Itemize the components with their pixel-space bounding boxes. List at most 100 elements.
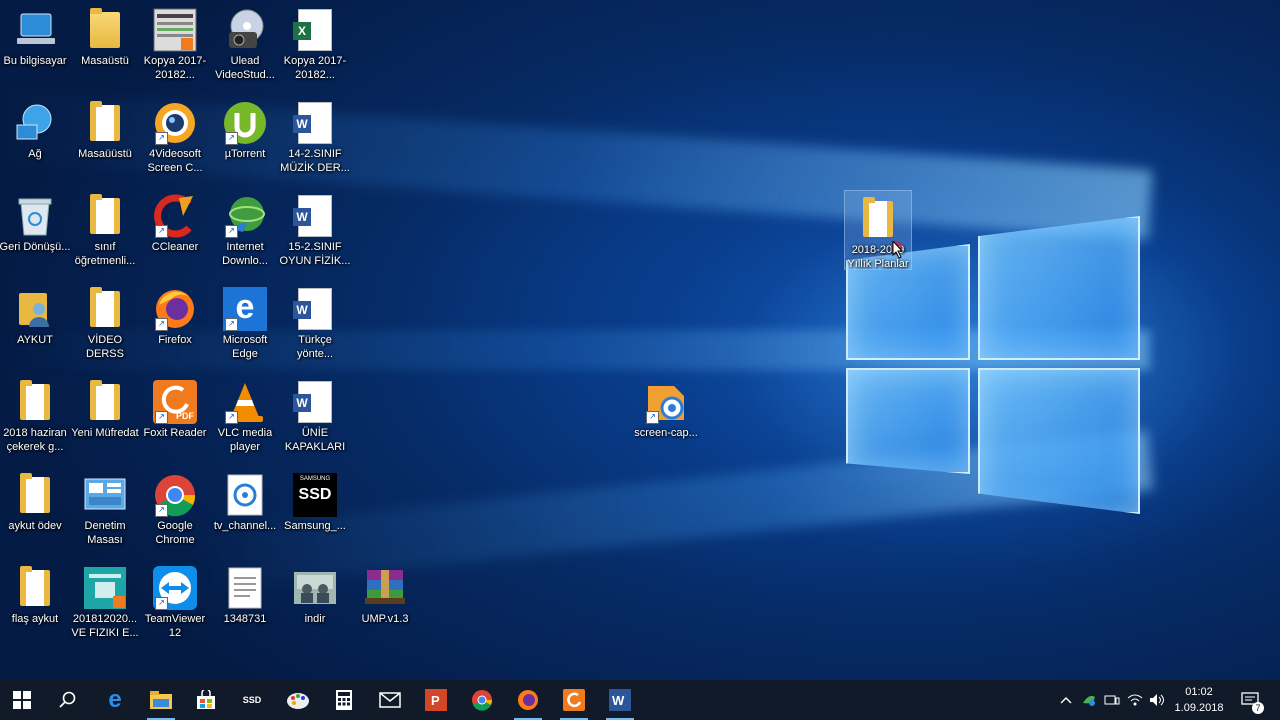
desktop-icon-kopya-2[interactable]: X Kopya 2017-20182...	[279, 2, 351, 92]
desktop-icon-screen-cap[interactable]: ↗ screen-cap...	[630, 374, 702, 464]
desktop-icon-masauustu[interactable]: Masaüüstü	[69, 95, 141, 185]
desktop-icon-foxit[interactable]: PDF ↗ Foxit Reader	[139, 374, 211, 464]
desktop-icon-label: Ulead VideoStud...	[215, 55, 275, 81]
desktop[interactable]: Bu bilgisayar Masaüstü Kopya 2017-20182.…	[0, 0, 1280, 680]
shortcut-arrow-icon: ↗	[646, 411, 659, 424]
desktop-icon-ump[interactable]: UMP.v1.3	[349, 560, 421, 650]
svg-text:P: P	[431, 693, 440, 708]
word-badge: W	[293, 115, 311, 133]
taskbar-powerpoint[interactable]: P	[414, 680, 458, 720]
taskbar-chrome[interactable]	[460, 680, 504, 720]
desktop-icon-label: 201812020... VE FIZIKI E...	[71, 613, 139, 639]
desktop-icon-samsung[interactable]: SAMSUNG SSD Samsung_...	[279, 467, 351, 557]
calculator-icon	[336, 690, 352, 710]
winrar-archive-icon	[363, 566, 407, 610]
mail-icon	[379, 692, 401, 708]
search-button[interactable]	[46, 680, 90, 720]
desktop-icon-utorrent[interactable]: ↗ µTorrent	[209, 95, 281, 185]
shortcut-arrow-icon: ↗	[155, 132, 168, 145]
desktop-icon-sinif-ogretmenli[interactable]: sınıf öğretmenli...	[69, 188, 141, 278]
desktop-icon-flas-aykut[interactable]: flaş aykut	[0, 560, 71, 650]
desktop-icon-label: screen-cap...	[634, 427, 698, 439]
shortcut-arrow-icon: ↗	[225, 132, 238, 145]
desktop-icon-label: 2018 haziran çekerek g...	[3, 427, 67, 453]
taskbar-foxit[interactable]	[552, 680, 596, 720]
desktop-icon-kopya-1[interactable]: Kopya 2017-20182...	[139, 2, 211, 92]
edge-icon: e	[108, 686, 122, 713]
show-hidden-icons-button[interactable]	[1056, 680, 1076, 720]
desktop-icon-201812020[interactable]: 201812020... VE FIZIKI E...	[69, 560, 141, 650]
desktop-icon-firefox[interactable]: ↗ Firefox	[139, 281, 211, 371]
tray-app-button[interactable]	[1078, 680, 1100, 720]
shortcut-arrow-icon: ↗	[155, 504, 168, 517]
desktop-icon-label: aykut ödev	[8, 520, 62, 532]
desktop-icon-unie-kapaklari[interactable]: W ÜNİE KAPAKLARI	[279, 374, 351, 464]
tray-device-button[interactable]	[1101, 680, 1123, 720]
desktop-icon-yeni-mufredat[interactable]: Yeni Müfredat	[69, 374, 141, 464]
action-center-button[interactable]: 7	[1236, 680, 1264, 720]
desktop-icon-15-sinif[interactable]: W 15-2.SINIF OYUN FİZİK...	[279, 188, 351, 278]
desktop-icon-edge[interactable]: e ↗ Microsoft Edge	[209, 281, 281, 371]
taskbar-firefox[interactable]	[506, 680, 550, 720]
desktop-icon-aykut[interactable]: AYKUT	[0, 281, 71, 371]
desktop-icon-label: Denetim Masası	[84, 520, 126, 546]
user-folder-icon	[13, 287, 57, 331]
desktop-icon-label: Türkçe yönte...	[296, 334, 334, 360]
network-button[interactable]	[1124, 680, 1146, 720]
taskbar-word[interactable]: W	[598, 680, 642, 720]
desktop-icon-label: ÜNİE KAPAKLARI	[284, 427, 346, 453]
desktop-icon-masaustu[interactable]: Masaüstü	[69, 2, 141, 92]
desktop-icon-chrome[interactable]: ↗ Google Chrome	[139, 467, 211, 557]
device-icon	[1104, 695, 1120, 705]
desktop-icon-tv-channel[interactable]: tv_channel...	[209, 467, 281, 557]
desktop-icon-4videosoft[interactable]: ↗ 4Videosoft Screen C...	[139, 95, 211, 185]
desktop-icon-label: VİDEO DERSS	[86, 334, 124, 360]
desktop-icon-this-pc[interactable]: Bu bilgisayar	[0, 2, 71, 92]
taskbar-paint[interactable]	[276, 680, 320, 720]
paint-palette-icon	[287, 693, 309, 709]
desktop-icon-14-sinif[interactable]: W 14-2.SINIF MÜZİK DER...	[279, 95, 351, 185]
powerpoint-icon: P	[425, 689, 447, 711]
desktop-icon-1348731[interactable]: 1348731	[209, 560, 281, 650]
desktop-icon-teamviewer[interactable]: ↗ TeamViewer 12	[139, 560, 211, 650]
desktop-icon-aykut-odev[interactable]: aykut ödev	[0, 467, 71, 557]
folder-icon	[13, 473, 57, 517]
desktop-icon-indir[interactable]: indir	[279, 560, 351, 650]
desktop-icon-idm[interactable]: ↗ Internet Downlo...	[209, 188, 281, 278]
desktop-icon-ulead[interactable]: Ulead VideoStud...	[209, 2, 281, 92]
shortcut-arrow-icon: ↗	[225, 411, 238, 424]
desktop-icon-yillik-planlar[interactable]: 2018-2019 Yıllık Planlar	[844, 190, 912, 270]
taskbar-edge[interactable]: e	[93, 680, 137, 720]
desktop-icon-2018-haziran[interactable]: 2018 haziran çekerek g...	[0, 374, 71, 464]
text-file-icon	[223, 566, 267, 610]
desktop-icon-video-derss[interactable]: VİDEO DERSS	[69, 281, 141, 371]
taskbar-file-explorer[interactable]	[139, 680, 183, 720]
clock[interactable]: 01:02 1.09.2018	[1168, 684, 1230, 716]
volume-button[interactable]	[1146, 680, 1168, 720]
search-icon	[59, 691, 76, 708]
taskbar-mail[interactable]	[368, 680, 412, 720]
start-button[interactable]	[0, 680, 44, 720]
desktop-icon-network[interactable]: Ağ	[0, 95, 71, 185]
desktop-icon-label: 14-2.SINIF MÜZİK DER...	[280, 148, 350, 174]
desktop-icon-label: Masaüstü	[81, 55, 129, 67]
folder-icon	[83, 101, 127, 145]
desktop-icon-turkce[interactable]: W Türkçe yönte...	[279, 281, 351, 371]
folder-icon	[13, 380, 57, 424]
desktop-icon-control-panel[interactable]: Denetim Masası	[69, 467, 141, 557]
taskbar-store[interactable]	[184, 680, 228, 720]
desktop-icon-recycle-bin[interactable]: Geri Dönüşü...	[0, 188, 71, 278]
taskbar-calculator[interactable]	[322, 680, 366, 720]
disc-camera-icon	[223, 8, 267, 52]
tray-app-icon	[1083, 695, 1095, 706]
desktop-icon-label: 15-2.SINIF OYUN FİZİK...	[279, 241, 351, 267]
desktop-icon-label: Bu bilgisayar	[3, 55, 67, 67]
desktop-icon-vlc[interactable]: ↗ VLC media player	[209, 374, 281, 464]
desktop-icon-label: TeamViewer 12	[144, 613, 206, 639]
word-file-icon: W	[293, 287, 337, 331]
desktop-icon-ccleaner[interactable]: ↗ CCleaner	[139, 188, 211, 278]
desktop-icon-label: Kopya 2017-20182...	[143, 55, 207, 81]
desktop-icon-label: Kopya 2017-20182...	[283, 55, 347, 81]
control-panel-icon	[83, 473, 127, 517]
taskbar-samsung-magician[interactable]: SSD	[230, 680, 274, 720]
